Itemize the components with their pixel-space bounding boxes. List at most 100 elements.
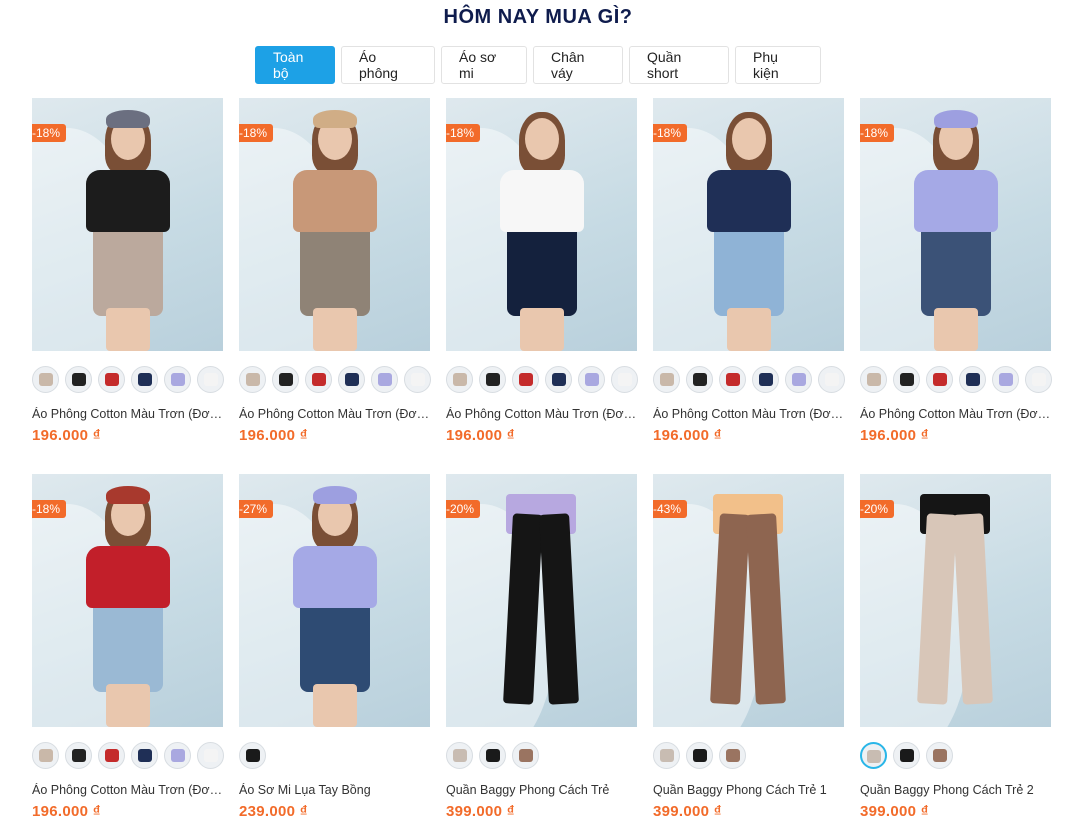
color-swatch[interactable] — [338, 366, 365, 393]
product-card[interactable]: -27% Áo Sơ Mi Lụa Tay Bồng 239.000 ₫ — [239, 474, 430, 832]
product-card[interactable]: -18% Áo Phông Cotton Màu Trơn (Đơn... 196.… — [32, 98, 224, 456]
swatch-thumbnail — [866, 373, 881, 386]
product-image[interactable]: -18% — [32, 474, 223, 727]
product-image[interactable]: -27% — [239, 474, 430, 727]
tab-shorts[interactable]: Quần short — [629, 46, 729, 84]
color-swatch[interactable] — [164, 742, 191, 769]
color-swatch[interactable] — [653, 366, 680, 393]
model-bottom — [920, 226, 991, 316]
product-name[interactable]: Áo Phông Cotton Màu Trơn (Đơn... — [239, 407, 430, 421]
color-swatch[interactable] — [752, 366, 779, 393]
color-swatch[interactable] — [131, 742, 158, 769]
product-image[interactable]: -20% — [860, 474, 1051, 727]
product-card[interactable]: -18% Áo Phông Cotton Màu Trơn (Đơn... 196.… — [239, 98, 431, 456]
swatch-thumbnail — [170, 373, 185, 386]
color-swatch[interactable] — [545, 366, 572, 393]
color-swatch[interactable] — [893, 366, 920, 393]
tab-shirts[interactable]: Áo sơ mi — [441, 46, 527, 84]
color-swatch[interactable] — [578, 366, 605, 393]
product-price: 399.000 ₫ — [446, 803, 515, 820]
product-card[interactable]: -18% Áo Phông Cotton Màu Trơn (Đơn... 196.… — [653, 98, 845, 456]
product-name[interactable]: Quần Baggy Phong Cách Trẻ 1 — [653, 783, 844, 797]
swatch-thumbnail — [584, 373, 599, 386]
color-swatch[interactable] — [479, 366, 506, 393]
product-name[interactable]: Quần Baggy Phong Cách Trẻ — [446, 783, 637, 797]
product-card[interactable]: -20% Quần Baggy Phong Cách Trẻ 399.000 ₫ — [446, 474, 637, 832]
color-swatch[interactable] — [893, 742, 920, 769]
color-swatch[interactable] — [719, 366, 746, 393]
swatch-thumbnail — [692, 749, 707, 762]
product-image[interactable]: -43% — [653, 474, 844, 727]
color-swatch[interactable] — [512, 366, 539, 393]
color-swatch[interactable] — [926, 366, 953, 393]
product-name[interactable]: Áo Phông Cotton Màu Trơn (Đơn... — [860, 407, 1051, 421]
product-card[interactable]: -18% Áo Phông Cotton Màu Trơn (Đơn... 196.… — [446, 98, 638, 456]
color-swatch[interactable] — [860, 742, 887, 769]
color-swatch[interactable] — [926, 742, 953, 769]
color-swatch[interactable] — [992, 366, 1019, 393]
model-legs — [105, 684, 150, 727]
color-swatch[interactable] — [479, 742, 506, 769]
product-name[interactable]: Áo Phông Cotton Màu Trơn (Đơn... — [32, 783, 223, 797]
product-name[interactable]: Áo Phông Cotton Màu Trơn (Đơn... — [446, 407, 637, 421]
tab-accessories[interactable]: Phụ kiện — [735, 46, 821, 84]
swatch-thumbnail — [311, 373, 326, 386]
color-swatch[interactable] — [272, 366, 299, 393]
product-image[interactable]: -18% — [653, 98, 844, 351]
product-name[interactable]: Áo Phông Cotton Màu Trơn (Đơn... — [653, 407, 844, 421]
product-image[interactable]: -20% — [446, 474, 637, 727]
color-swatch[interactable] — [785, 366, 812, 393]
tab-all[interactable]: Toàn bộ — [255, 46, 335, 84]
product-image[interactable]: -18% — [239, 98, 430, 351]
swatch-thumbnail — [38, 749, 53, 762]
swatch-thumbnail — [551, 373, 566, 386]
color-swatch[interactable] — [959, 366, 986, 393]
color-swatch[interactable] — [65, 742, 92, 769]
color-swatch[interactable] — [404, 366, 431, 393]
color-swatch[interactable] — [371, 366, 398, 393]
tab-t-shirts[interactable]: Áo phông — [341, 46, 435, 84]
product-image[interactable]: -18% — [32, 98, 223, 351]
model-top — [706, 170, 791, 232]
color-swatch[interactable] — [32, 742, 59, 769]
product-card[interactable]: -18% Áo Phông Cotton Màu Trơn (Đơn... 196.… — [32, 474, 224, 832]
product-name[interactable]: Áo Phông Cotton Màu Trơn (Đơn... — [32, 407, 223, 421]
color-swatch[interactable] — [719, 742, 746, 769]
product-card[interactable]: -43% Quần Baggy Phong Cách Trẻ 1 399.000 ₫ — [653, 474, 844, 832]
swatch-thumbnail — [104, 373, 119, 386]
color-swatch[interactable] — [239, 742, 266, 769]
color-swatches — [239, 366, 431, 393]
color-swatches — [239, 742, 266, 769]
color-swatch[interactable] — [98, 366, 125, 393]
product-name[interactable]: Quần Baggy Phong Cách Trẻ 2 — [860, 783, 1051, 797]
product-price: 196.000 ₫ — [239, 427, 308, 444]
color-swatch[interactable] — [1025, 366, 1052, 393]
color-swatch[interactable] — [446, 742, 473, 769]
color-swatch[interactable] — [197, 742, 224, 769]
color-swatch[interactable] — [65, 366, 92, 393]
color-swatch[interactable] — [818, 366, 845, 393]
color-swatch[interactable] — [512, 742, 539, 769]
color-swatch[interactable] — [446, 366, 473, 393]
product-image[interactable]: -18% — [446, 98, 637, 351]
color-swatch[interactable] — [611, 366, 638, 393]
product-card[interactable]: -20% Quần Baggy Phong Cách Trẻ 2 399.000 ₫ — [860, 474, 1051, 832]
color-swatch[interactable] — [197, 366, 224, 393]
color-swatch[interactable] — [131, 366, 158, 393]
color-swatch[interactable] — [305, 366, 332, 393]
color-swatch[interactable] — [860, 366, 887, 393]
tab-skirts[interactable]: Chân váy — [533, 46, 623, 84]
swatch-thumbnail — [518, 373, 533, 386]
color-swatch[interactable] — [98, 742, 125, 769]
color-swatch[interactable] — [164, 366, 191, 393]
product-name[interactable]: Áo Sơ Mi Lụa Tay Bồng — [239, 783, 430, 797]
color-swatch[interactable] — [653, 742, 680, 769]
swatch-thumbnail — [518, 749, 533, 762]
product-card[interactable]: -18% Áo Phông Cotton Màu Trơn (Đơn... 196.… — [860, 98, 1052, 456]
color-swatch[interactable] — [686, 742, 713, 769]
color-swatch[interactable] — [32, 366, 59, 393]
color-swatch[interactable] — [239, 366, 266, 393]
swatch-thumbnail — [1031, 373, 1046, 386]
product-image[interactable]: -18% — [860, 98, 1051, 351]
color-swatch[interactable] — [686, 366, 713, 393]
